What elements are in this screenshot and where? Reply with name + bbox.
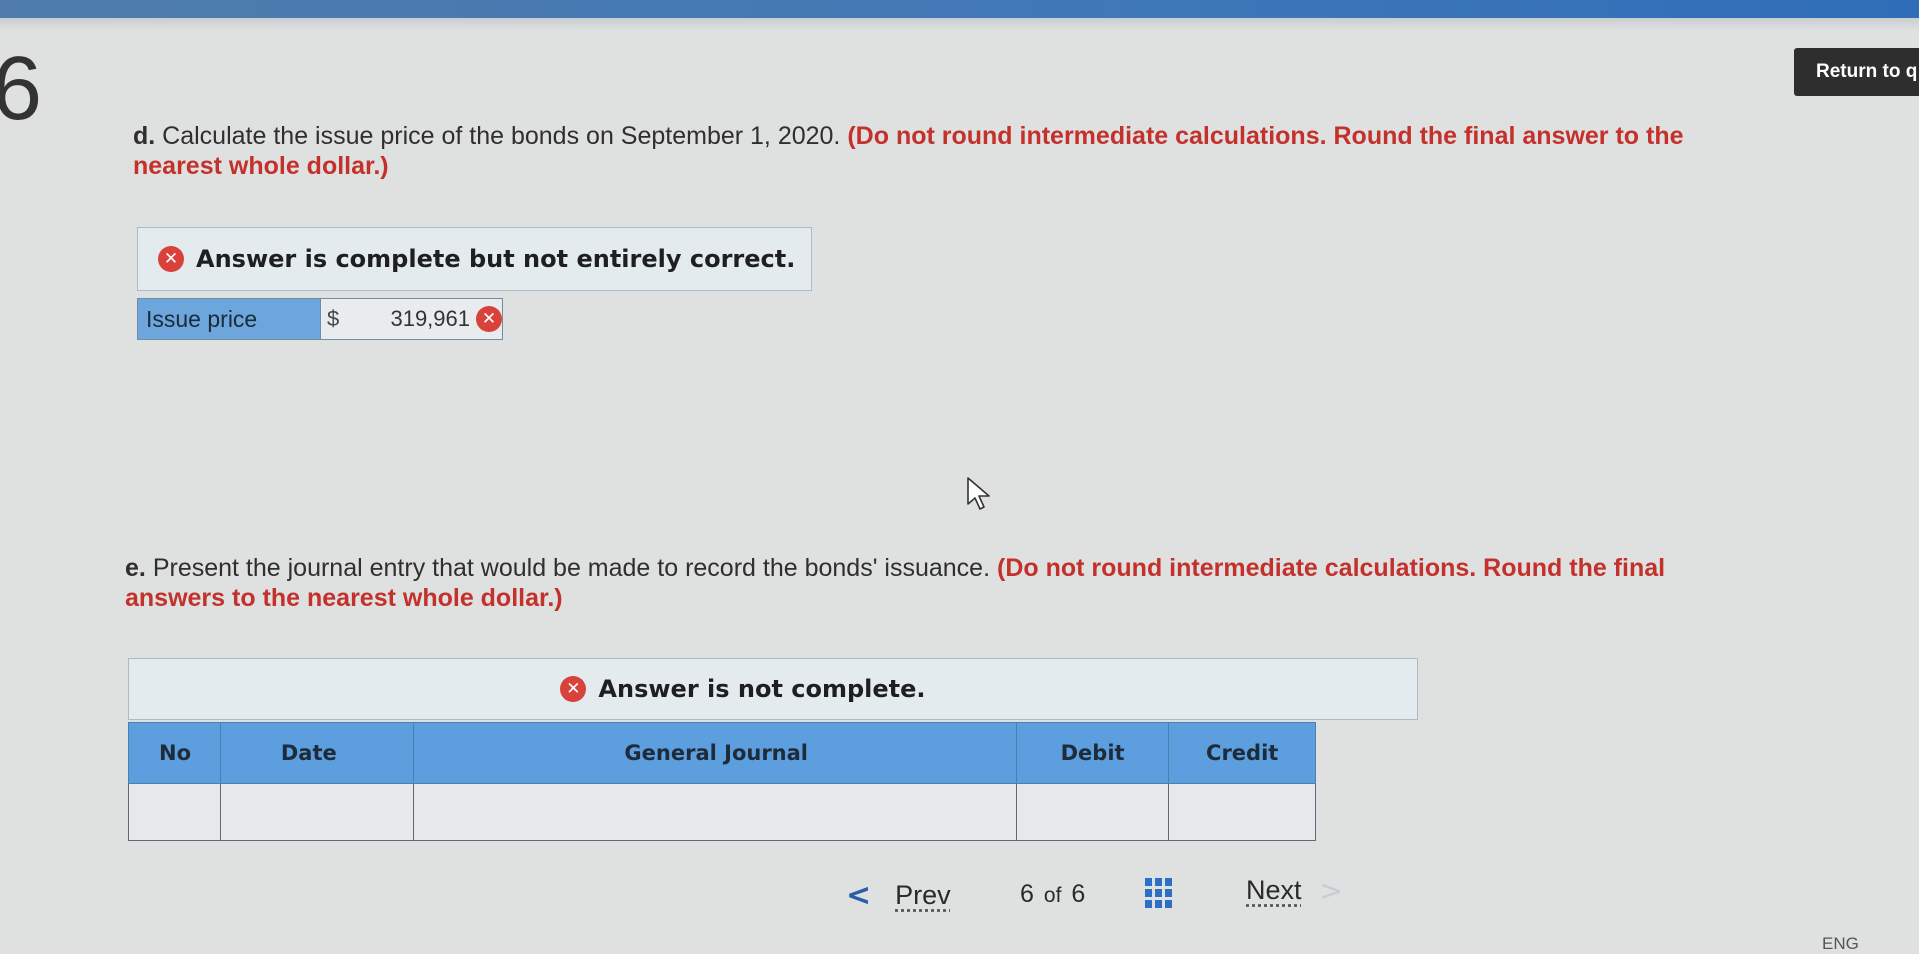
issue-price-input[interactable]: $ 319,961 ✕: [320, 299, 502, 339]
top-bar-shadow: [0, 18, 1919, 30]
page-counter: 6 of 6: [1020, 878, 1085, 909]
issue-price-value: 319,961: [390, 306, 470, 331]
part-e-question: e. Present the journal entry that would …: [125, 553, 1765, 613]
journal-entry-table: No Date General Journal Debit Credit: [128, 722, 1316, 841]
incorrect-x-icon: ✕: [476, 306, 502, 332]
error-x-icon: ✕: [158, 246, 184, 272]
return-to-question-button[interactable]: Return to q: [1794, 48, 1919, 96]
part-d-question: d. Calculate the issue price of the bond…: [133, 121, 1773, 181]
question-number: 6: [0, 39, 43, 139]
prev-button[interactable]: < Prev: [846, 878, 951, 913]
journal-header-row: No Date General Journal Debit Credit: [128, 722, 1316, 784]
part-e-status-banner: ✕ Answer is not complete.: [128, 658, 1418, 720]
column-header-general-journal: General Journal: [413, 722, 1017, 784]
cell-debit[interactable]: [1015, 783, 1170, 841]
of-label: of: [1043, 884, 1062, 907]
next-label: Next: [1246, 875, 1302, 905]
table-row: [128, 783, 1316, 841]
current-page: 6: [1020, 880, 1034, 908]
cell-date[interactable]: [219, 783, 415, 841]
error-x-icon: ✕: [560, 676, 587, 702]
currency-symbol: $: [327, 306, 340, 331]
column-header-date: Date: [219, 722, 415, 784]
chevron-left-icon: <: [846, 878, 872, 913]
part-e-text: Present the journal entry that would be …: [152, 554, 991, 582]
part-d-label: d.: [133, 122, 156, 150]
chevron-right-icon: >: [1319, 874, 1343, 907]
part-e-status-text: Answer is not complete.: [598, 675, 926, 703]
issue-price-label: Issue price: [138, 299, 320, 339]
part-d-text: Calculate the issue price of the bonds o…: [162, 122, 841, 150]
column-header-no: No: [128, 722, 221, 784]
question-grid-icon[interactable]: [1145, 878, 1174, 908]
mouse-cursor-icon: [967, 477, 990, 510]
issue-price-row: Issue price $ 319,961 ✕: [137, 298, 503, 340]
next-button[interactable]: Next >: [1246, 874, 1343, 907]
column-header-debit: Debit: [1015, 722, 1170, 784]
part-e-label: e.: [125, 554, 146, 582]
cell-no[interactable]: [128, 783, 221, 841]
total-pages: 6: [1071, 880, 1086, 908]
browser-top-bar: [0, 0, 1919, 18]
prev-label: Prev: [895, 880, 951, 910]
cell-general-journal[interactable]: [413, 783, 1017, 841]
column-header-credit: Credit: [1168, 722, 1316, 784]
part-d-status-banner: ✕ Answer is complete but not entirely co…: [137, 227, 812, 291]
taskbar-language-indicator[interactable]: ENG: [1822, 934, 1859, 954]
cell-credit[interactable]: [1168, 783, 1316, 841]
part-d-status-text: Answer is complete but not entirely corr…: [196, 245, 796, 273]
